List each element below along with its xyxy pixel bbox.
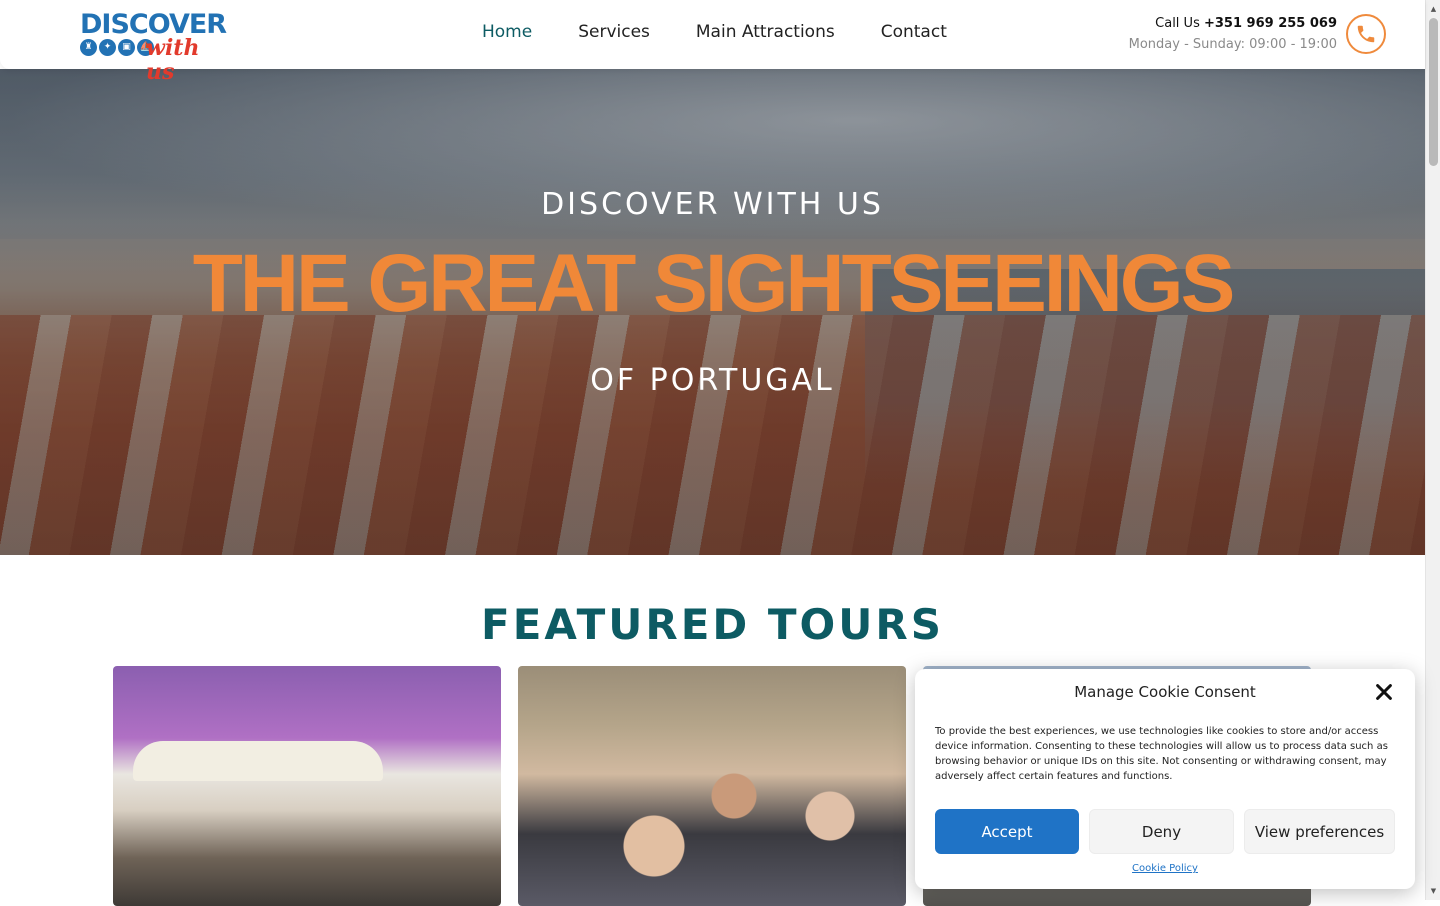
- deny-button[interactable]: Deny: [1089, 809, 1234, 854]
- hero-kicker: DISCOVER WITH US: [541, 187, 884, 222]
- phone-icon: [1357, 25, 1375, 43]
- cookie-description: To provide the best experiences, we use …: [935, 726, 1388, 782]
- nav-home[interactable]: Home: [482, 22, 532, 42]
- site-header: DISCOVER ♜ ✦ ▣ ⛵ with us Home Services M…: [0, 0, 1425, 84]
- tour-card-image: [558, 706, 878, 906]
- tour-card[interactable]: [113, 666, 501, 906]
- call-info: Call Us +351 969 255 069 Monday - Sunday…: [1129, 14, 1337, 56]
- tour-card[interactable]: [518, 666, 906, 906]
- nav-contact[interactable]: Contact: [881, 22, 947, 42]
- hero-title: THE GREAT SIGHTSEEINGS: [192, 238, 1236, 329]
- scrollbar-thumb[interactable]: [1429, 18, 1438, 166]
- nav-services[interactable]: Services: [578, 22, 650, 42]
- castle-icon: ♜: [80, 39, 97, 56]
- phone-button[interactable]: [1346, 14, 1386, 54]
- tram-icon: ▣: [118, 39, 135, 56]
- nav-main-attractions[interactable]: Main Attractions: [696, 22, 835, 42]
- call-prefix: Call Us: [1155, 16, 1200, 31]
- call-line: Call Us +351 969 255 069: [1129, 14, 1337, 34]
- opening-hours: Monday - Sunday: 09:00 - 19:00: [1128, 37, 1337, 52]
- logo-icons: ♜ ✦ ▣ ⛵: [80, 39, 154, 56]
- hero-banner: DISCOVER WITH US THE GREAT SIGHTSEEINGS …: [0, 69, 1425, 555]
- logo-tagline: with us: [146, 35, 200, 85]
- scroll-up-icon[interactable]: ▲: [1429, 4, 1438, 14]
- phone-number[interactable]: +351 969 255 069: [1204, 16, 1337, 31]
- featured-tours-heading: FEATURED TOURS: [481, 600, 944, 649]
- cookie-consent-dialog: Manage Cookie Consent To provide the bes…: [915, 669, 1415, 889]
- main-nav: Home Services Main Attractions Contact: [482, 22, 947, 42]
- hero-subtitle: OF PORTUGAL: [590, 363, 835, 398]
- cookie-title: Manage Cookie Consent: [1074, 683, 1256, 701]
- page-scrollbar[interactable]: ▲ ▼: [1425, 0, 1440, 900]
- cookie-policy-link[interactable]: Cookie Policy: [915, 863, 1415, 874]
- tour-card-image: [133, 741, 383, 781]
- scroll-down-icon[interactable]: ▼: [1429, 886, 1438, 896]
- close-icon[interactable]: [1373, 681, 1395, 703]
- accept-button[interactable]: Accept: [935, 809, 1079, 854]
- view-preferences-button[interactable]: View preferences: [1244, 809, 1395, 854]
- tile-icon: ✦: [99, 39, 116, 56]
- site-logo[interactable]: DISCOVER ♜ ✦ ▣ ⛵ with us: [80, 10, 232, 84]
